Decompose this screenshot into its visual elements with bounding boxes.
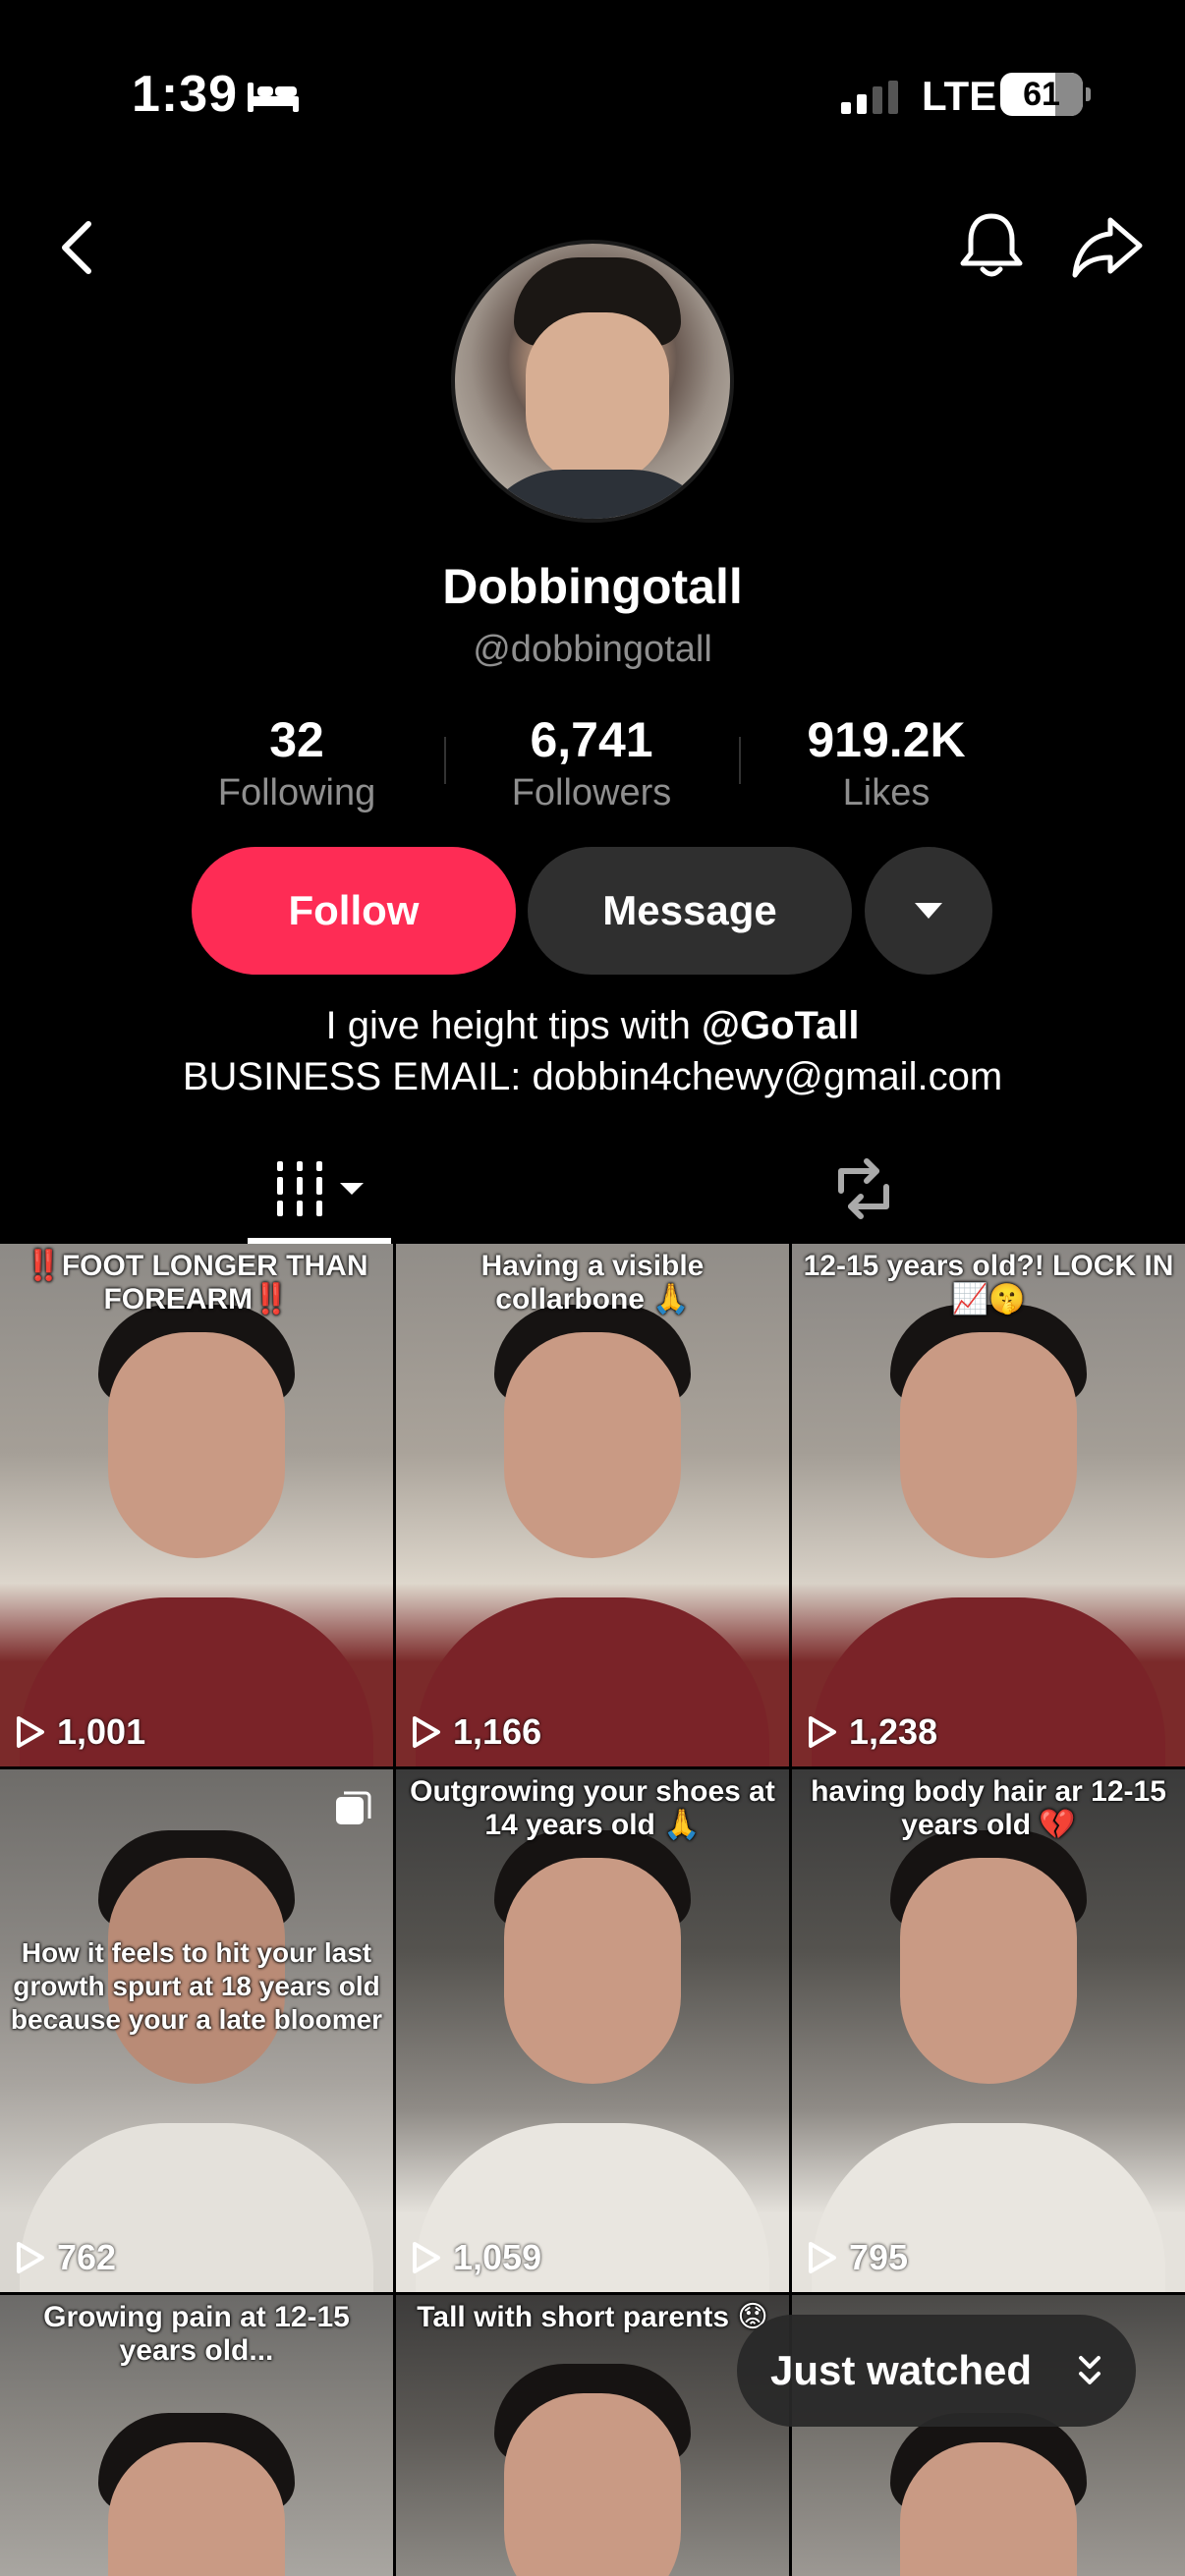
video-views: 795 [808, 2237, 908, 2278]
stats-divider [444, 737, 446, 784]
video-thumbnail[interactable]: Tall with short parents 😟 [396, 2295, 789, 2576]
view-count: 795 [849, 2237, 909, 2277]
battery-level: 61 [1023, 76, 1060, 113]
video-caption: having body hair ar 12-15 years old 💔 [811, 1775, 1166, 1841]
display-name: Dobbingotall [442, 559, 743, 614]
notification-bell-icon[interactable] [957, 210, 1026, 281]
video-thumbnail[interactable]: ‼️FOOT LONGER THAN FOREARM‼️ 1,001 [0, 1244, 393, 1766]
play-icon [413, 1716, 440, 1748]
view-count: 1,238 [849, 1711, 938, 1752]
video-views: 1,238 [808, 1711, 937, 1753]
status-bar: 1:39 LTE 61 [0, 0, 1185, 196]
bio-text: I give height tips with [325, 1004, 702, 1047]
video-views: 1,166 [412, 1711, 541, 1753]
followers-count: 6,741 [530, 712, 653, 767]
tab-reposts-icon[interactable] [831, 1157, 896, 1220]
tab-videos-grid-icon[interactable] [275, 1159, 369, 1218]
video-thumbnail[interactable]: Outgrowing your shoes at 14 years old 🙏 … [396, 1769, 789, 2292]
stat-following[interactable]: 32 Following [149, 711, 444, 814]
following-count: 32 [269, 712, 324, 767]
back-arrow-icon[interactable] [55, 218, 98, 277]
sleep-focus-icon [248, 83, 299, 112]
video-views: 1,059 [412, 2237, 541, 2278]
video-thumbnail[interactable]: Having a visible collarbone 🙏 1,166 [396, 1244, 789, 1766]
view-count: 1,001 [57, 1711, 146, 1752]
username: @dobbingotall [473, 629, 712, 670]
content-tabs [0, 1140, 1185, 1248]
video-caption: How it feels to hit your last growth spu… [10, 1937, 383, 2035]
cellular-signal-icon [841, 81, 898, 114]
video-caption: Tall with short parents 😟 [417, 2301, 768, 2333]
video-thumbnail[interactable]: Growing pain at 12-15 years old... [0, 2295, 393, 2576]
likes-label: Likes [842, 772, 931, 813]
following-label: Following [217, 772, 376, 813]
video-caption: ‼️FOOT LONGER THAN FOREARM‼️ [25, 1250, 368, 1316]
video-caption: Outgrowing your shoes at 14 years old 🙏 [410, 1775, 775, 1841]
likes-count: 919.2K [807, 712, 966, 767]
bio-email: BUSINESS EMAIL: dobbin4chewy@gmail.com [182, 1055, 1003, 1098]
video-caption: 12-15 years old?! LOCK IN 📈🤫 [803, 1250, 1174, 1316]
stat-followers[interactable]: 6,741 Followers [444, 711, 739, 814]
profile-stats: 32 Following 6,741 Followers 919.2K Like… [0, 711, 1185, 819]
more-options-button[interactable] [865, 847, 992, 975]
message-button[interactable]: Message [528, 847, 852, 975]
photo-carousel-icon [336, 1791, 371, 1824]
battery-indicator: 61 [1000, 73, 1091, 116]
just-watched-label: Just watched [770, 2347, 1033, 2393]
caret-down-icon [915, 903, 942, 919]
profile-page: 1:39 LTE 61 Dobbingotall @dobbingotall 3… [0, 0, 1185, 2576]
play-icon [17, 1716, 44, 1748]
video-views: 1,001 [16, 1711, 145, 1753]
video-caption: Having a visible collarbone 🙏 [480, 1250, 705, 1316]
double-chevron-down-icon [1079, 2356, 1100, 2384]
follow-button[interactable]: Follow [192, 847, 516, 975]
view-count: 762 [57, 2237, 117, 2277]
stats-divider [739, 737, 741, 784]
share-arrow-icon[interactable] [1071, 214, 1144, 279]
network-type: LTE [922, 73, 997, 119]
play-icon [413, 2242, 440, 2273]
video-thumbnail[interactable]: having body hair ar 12-15 years old 💔 79… [792, 1769, 1185, 2292]
video-thumbnail[interactable]: How it feels to hit your last growth spu… [0, 1769, 393, 2292]
play-icon [809, 2242, 836, 2273]
bio-mention-link[interactable]: @GoTall [702, 1004, 860, 1047]
stat-likes[interactable]: 919.2K Likes [739, 711, 1034, 814]
clock: 1:39 [132, 66, 239, 123]
profile-avatar[interactable] [451, 240, 734, 523]
view-count: 1,166 [453, 1711, 542, 1752]
play-icon [809, 1716, 836, 1748]
play-icon [17, 2242, 44, 2273]
video-thumbnail[interactable]: 12-15 years old?! LOCK IN 📈🤫 1,238 [792, 1244, 1185, 1766]
followers-label: Followers [511, 772, 672, 813]
profile-bio: I give height tips with @GoTall BUSINESS… [0, 1000, 1185, 1102]
just-watched-button[interactable]: Just watched [737, 2315, 1136, 2427]
video-caption: Growing pain at 12-15 years old... [43, 2301, 350, 2367]
video-views: 762 [16, 2237, 116, 2278]
view-count: 1,059 [453, 2237, 542, 2277]
